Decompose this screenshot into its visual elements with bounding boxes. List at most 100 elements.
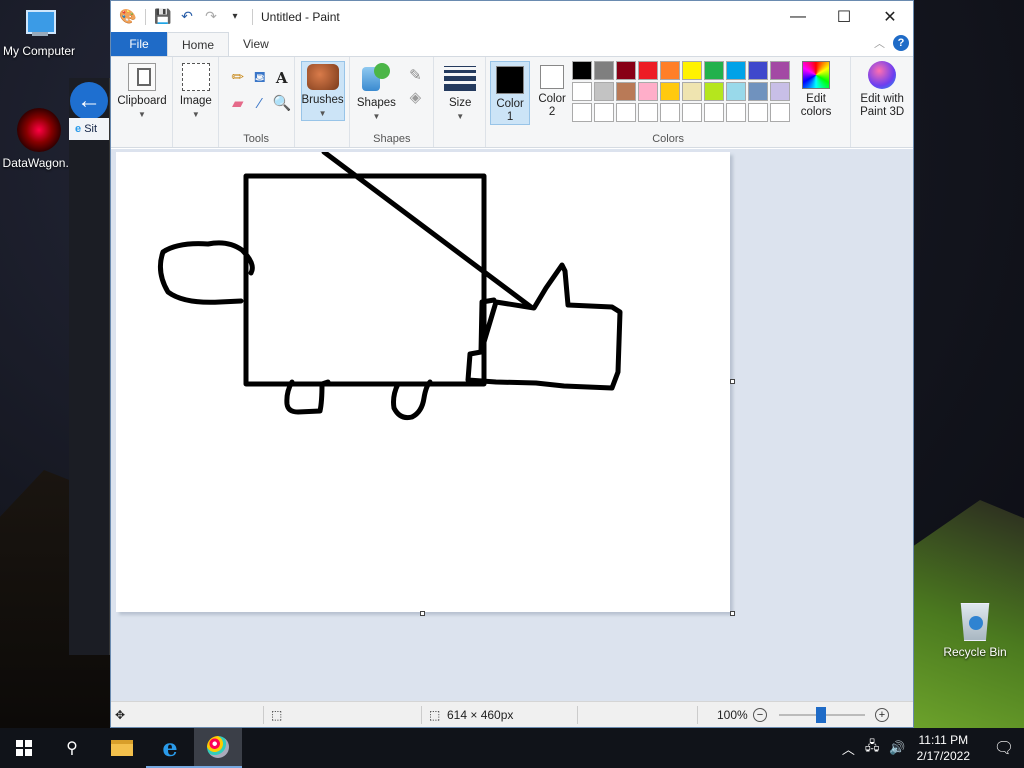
paint3d-icon	[868, 61, 897, 89]
clipboard-label: Clipboard	[117, 95, 167, 107]
clock[interactable]: 11:11 PM 2/17/2022	[917, 732, 970, 764]
save-icon[interactable]: 💾	[154, 8, 172, 26]
background-browser-window	[69, 78, 110, 655]
paint-app-icon[interactable]: 🎨	[119, 8, 137, 26]
drawing-canvas[interactable]	[116, 149, 730, 612]
palette-swatch[interactable]	[572, 82, 593, 101]
paint-window: 🎨 💾 ↶ ↷ ▾ Untitled - Paint — ☐ ✕ File Ho…	[110, 0, 914, 728]
chevron-down-icon: ▼	[191, 110, 200, 119]
palette-swatch[interactable]	[704, 61, 725, 80]
tab-home[interactable]: Home	[167, 32, 230, 56]
taskbar-paint[interactable]	[194, 728, 242, 768]
chevron-up-icon[interactable]: ︿	[842, 739, 855, 758]
image-group: Image ▼	[173, 57, 219, 147]
palette-swatch[interactable]	[726, 82, 747, 101]
clock-time: 11:11 PM	[918, 733, 969, 747]
zoom-in-button[interactable]: +	[875, 702, 889, 728]
shapes-button[interactable]: Shapes ▼	[354, 63, 398, 123]
network-icon[interactable]: 🖧	[865, 737, 880, 759]
windows-logo-icon	[16, 740, 32, 756]
zoom-slider-thumb[interactable]	[816, 707, 826, 723]
desktop-icon-recycle-bin[interactable]: Recycle Bin	[936, 603, 1014, 659]
palette-swatch[interactable]	[616, 82, 637, 101]
color-picker-icon[interactable]: ⁄	[251, 95, 269, 113]
resize-handle-bottom[interactable]	[420, 611, 425, 616]
palette-swatch[interactable]	[616, 103, 637, 122]
palette-swatch[interactable]	[660, 61, 681, 80]
color1-swatch	[496, 66, 525, 94]
customize-qat-icon[interactable]: ▾	[226, 8, 244, 26]
ie-icon: e	[75, 123, 82, 135]
palette-swatch[interactable]	[726, 103, 747, 122]
fill-shape-icon[interactable]: ◈	[406, 89, 424, 107]
back-arrow-icon[interactable]: ←	[70, 82, 108, 120]
palette-swatch[interactable]	[770, 61, 791, 80]
palette-swatch[interactable]	[748, 82, 769, 101]
recycle-bin-icon	[960, 603, 990, 641]
outline-icon[interactable]: ✎	[406, 67, 424, 85]
palette-swatch[interactable]	[682, 61, 703, 80]
desktop-icon-my-computer[interactable]: My Computer	[0, 10, 78, 58]
zoom-out-button[interactable]: −	[753, 702, 767, 728]
size-button[interactable]: Size ▼	[440, 63, 480, 123]
taskbar-file-explorer[interactable]	[98, 728, 146, 768]
text-icon[interactable]: A	[273, 69, 291, 87]
palette-swatch[interactable]	[748, 61, 769, 80]
clock-date: 2/17/2022	[916, 749, 970, 763]
clipboard-button[interactable]: Clipboard ▼	[115, 63, 169, 121]
tab-file[interactable]: File	[111, 32, 167, 56]
fill-icon[interactable]: ⛾	[251, 69, 269, 87]
close-button[interactable]: ✕	[867, 1, 913, 32]
palette-swatch[interactable]	[682, 82, 703, 101]
palette-swatch[interactable]	[660, 82, 681, 101]
palette-swatch[interactable]	[682, 103, 703, 122]
image-button[interactable]: Image ▼	[177, 63, 215, 121]
volume-icon[interactable]: 🔊	[889, 740, 905, 756]
resize-handle-corner[interactable]	[730, 611, 735, 616]
palette-swatch[interactable]	[638, 82, 659, 101]
palette-swatch[interactable]	[594, 82, 615, 101]
resize-handle-right[interactable]	[730, 379, 735, 384]
undo-icon[interactable]: ↶	[178, 8, 196, 26]
brushes-label: Brushes	[301, 94, 344, 106]
color2-button[interactable]: Color 2	[534, 65, 570, 119]
maximize-button[interactable]: ☐	[821, 1, 867, 32]
edit-colors-button[interactable]: Edit colors	[792, 61, 840, 119]
brushes-button[interactable]: Brushes ▼	[300, 61, 345, 121]
palette-swatch[interactable]	[616, 61, 637, 80]
help-icon[interactable]: ?	[893, 35, 909, 51]
collapse-ribbon-icon[interactable]: ︿	[874, 35, 885, 51]
palette-swatch[interactable]	[660, 103, 681, 122]
palette-swatch[interactable]	[704, 103, 725, 122]
plus-icon: +	[875, 708, 889, 722]
redo-icon[interactable]: ↷	[202, 8, 220, 26]
magnifier-icon[interactable]: 🔍	[273, 95, 292, 113]
action-center-icon[interactable]: 🗨	[984, 738, 1024, 758]
palette-swatch[interactable]	[638, 103, 659, 122]
tab-view[interactable]: View	[229, 32, 283, 56]
taskbar-internet-explorer[interactable]: e	[146, 728, 194, 768]
folder-icon	[111, 740, 133, 756]
palette-swatch[interactable]	[638, 61, 659, 80]
start-button[interactable]	[0, 728, 48, 768]
drawing	[157, 149, 623, 421]
palette-swatch[interactable]	[748, 103, 769, 122]
pencil-icon[interactable]: ✏	[229, 69, 247, 87]
clipboard-group: Clipboard ▼	[111, 57, 173, 147]
search-button[interactable]: ⚲	[48, 728, 96, 768]
palette-swatch[interactable]	[770, 103, 791, 122]
palette-swatch[interactable]	[594, 103, 615, 122]
palette-swatch[interactable]	[726, 61, 747, 80]
color1-button[interactable]: Color 1	[490, 61, 531, 125]
eraser-icon[interactable]: ▰	[229, 95, 247, 113]
edit-with-paint3d-button[interactable]: Edit with Paint 3D	[853, 61, 911, 119]
desktop-icon-datawagon[interactable]: DataWagon...	[0, 108, 78, 170]
color2-number: 2	[548, 106, 556, 118]
palette-swatch[interactable]	[572, 61, 593, 80]
browser-tab[interactable]: e Sit	[69, 118, 109, 140]
palette-swatch[interactable]	[704, 82, 725, 101]
minimize-button[interactable]: —	[775, 1, 821, 32]
palette-swatch[interactable]	[594, 61, 615, 80]
palette-swatch[interactable]	[572, 103, 593, 122]
palette-swatch[interactable]	[770, 82, 791, 101]
